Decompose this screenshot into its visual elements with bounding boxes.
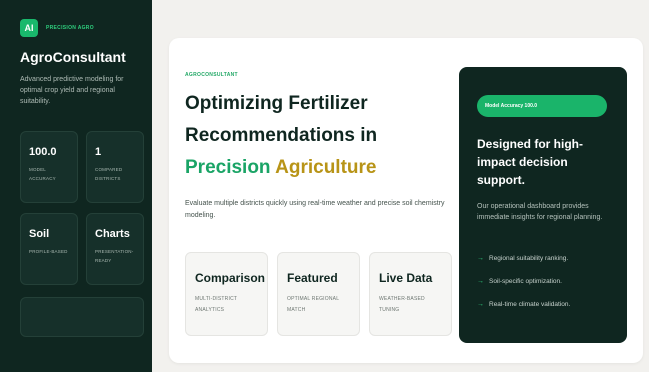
feature-subtitle: WEATHER-BASED TUNING <box>379 296 425 313</box>
hero-kicker: AGROCONSULTANT <box>185 72 238 78</box>
stat-value: Soil <box>29 228 50 240</box>
list-item-text: Real-time climate validation. <box>489 301 571 308</box>
hero-headline: Optimizing Fertilizer Recommendations in… <box>185 88 455 184</box>
feature-subtitle: OPTIMAL REGIONAL MATCH <box>287 296 340 313</box>
arrow-right-icon: → <box>477 278 484 285</box>
brand-logo[interactable]: AI <box>20 19 38 37</box>
feature-card-comparison: Comparison MULTI-DISTRICT ANALYTICS <box>185 252 268 336</box>
headline-text: Optimizing Fertilizer Recommendations in <box>185 93 378 146</box>
arrow-right-icon: → <box>477 301 484 308</box>
hero-intro: Evaluate multiple districts quickly usin… <box>185 200 445 219</box>
brand-row: AI PRECISION AGRO <box>20 18 140 38</box>
list-item-text: Soil-specific optimization. <box>489 278 562 285</box>
list-item: → Soil-specific optimization. <box>477 276 609 287</box>
sidebar-extra-card <box>20 297 144 337</box>
stat-value: 100.0 <box>29 146 57 158</box>
feature-row: Comparison MULTI-DISTRICT ANALYTICS Feat… <box>185 252 452 336</box>
stat-value: Charts <box>95 228 130 240</box>
panel-list: → Regional suitability ranking. → Soil-s… <box>477 253 609 310</box>
sidebar: AI PRECISION AGRO AgroConsultant Advance… <box>0 0 152 372</box>
stat-card-charts: Charts PRESENTATION-READY <box>86 213 144 285</box>
stat-grid: 100.0 MODEL ACCURACY 1 COMPARED DISTRICT… <box>20 131 144 285</box>
list-item: → Real-time climate validation. <box>477 299 609 310</box>
hero-card: AGROCONSULTANT Optimizing Fertilizer Rec… <box>169 38 643 363</box>
arrow-right-icon: → <box>477 255 484 262</box>
list-item-text: Regional suitability ranking. <box>489 255 569 262</box>
list-item: → Regional suitability ranking. <box>477 253 609 264</box>
stat-label: PRESENTATION-READY <box>95 249 134 263</box>
feature-card-live-data: Live Data WEATHER-BASED TUNING <box>369 252 452 336</box>
stat-card-districts: 1 COMPARED DISTRICTS <box>86 131 144 203</box>
brand-tag: PRECISION AGRO <box>46 25 94 31</box>
feature-card-featured: Featured OPTIMAL REGIONAL MATCH <box>277 252 360 336</box>
decision-support-panel: Model Accuracy 100.0 Designed for high-i… <box>459 67 627 343</box>
stat-label: COMPARED DISTRICTS <box>95 167 123 181</box>
app-title: AgroConsultant <box>20 49 126 65</box>
model-accuracy-badge: Model Accuracy 100.0 <box>477 95 607 117</box>
stat-label: MODEL ACCURACY <box>29 167 56 181</box>
headline-highlight-precision: Precision <box>185 157 271 178</box>
feature-title: Featured <box>287 271 338 285</box>
stat-label: PROFILE-BASED <box>29 249 68 254</box>
headline-highlight-agriculture: Agriculture <box>275 157 377 178</box>
stat-value: 1 <box>95 146 102 158</box>
feature-title: Live Data <box>379 271 433 285</box>
panel-title: Designed for high-impact decision suppor… <box>477 137 583 187</box>
panel-description: Our operational dashboard provides immed… <box>477 203 603 221</box>
stat-card-accuracy: 100.0 MODEL ACCURACY <box>20 131 78 203</box>
stat-card-soil: Soil PROFILE-BASED <box>20 213 78 285</box>
feature-title: Comparison <box>195 271 266 285</box>
feature-subtitle: MULTI-DISTRICT ANALYTICS <box>195 296 238 313</box>
app-description: Advanced predictive modeling for optimal… <box>20 76 124 105</box>
